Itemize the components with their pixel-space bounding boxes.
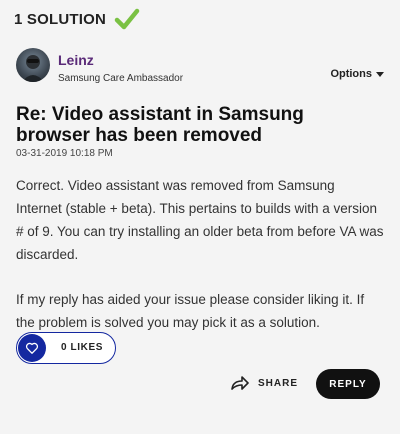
share-label: SHARE [258, 377, 299, 389]
post-paragraph: Correct. Video assistant was removed fro… [16, 178, 384, 262]
like-button[interactable]: 0 LIKES [16, 332, 116, 364]
options-label: Options [330, 68, 372, 80]
author-name[interactable]: Leinz [58, 52, 94, 68]
author-role: Samsung Care Ambassador [58, 73, 184, 84]
post-date: 03-31-2019 10:18 PM [16, 148, 113, 159]
post-body: Correct. Video assistant was removed fro… [16, 174, 384, 356]
share-icon [231, 376, 249, 390]
share-button[interactable]: SHARE [230, 372, 298, 394]
solution-header: 1 SOLUTION [14, 6, 140, 32]
post-title: Re: Video assistant in Samsung browser h… [16, 104, 304, 146]
solution-count: 1 SOLUTION [14, 10, 107, 28]
heart-icon [25, 342, 39, 354]
avatar-image [22, 55, 44, 82]
options-menu-button[interactable]: Options [330, 68, 384, 80]
check-icon [114, 8, 140, 30]
avatar[interactable] [16, 48, 50, 82]
heart-button[interactable] [18, 334, 46, 362]
likes-count: 0 LIKES [61, 342, 103, 353]
caret-down-icon [376, 71, 384, 77]
post-paragraph: If my reply has aided your issue please … [16, 292, 365, 330]
author-row: Leinz Samsung Care Ambassador Options [16, 48, 386, 88]
reply-button[interactable]: REPLY [316, 369, 380, 399]
